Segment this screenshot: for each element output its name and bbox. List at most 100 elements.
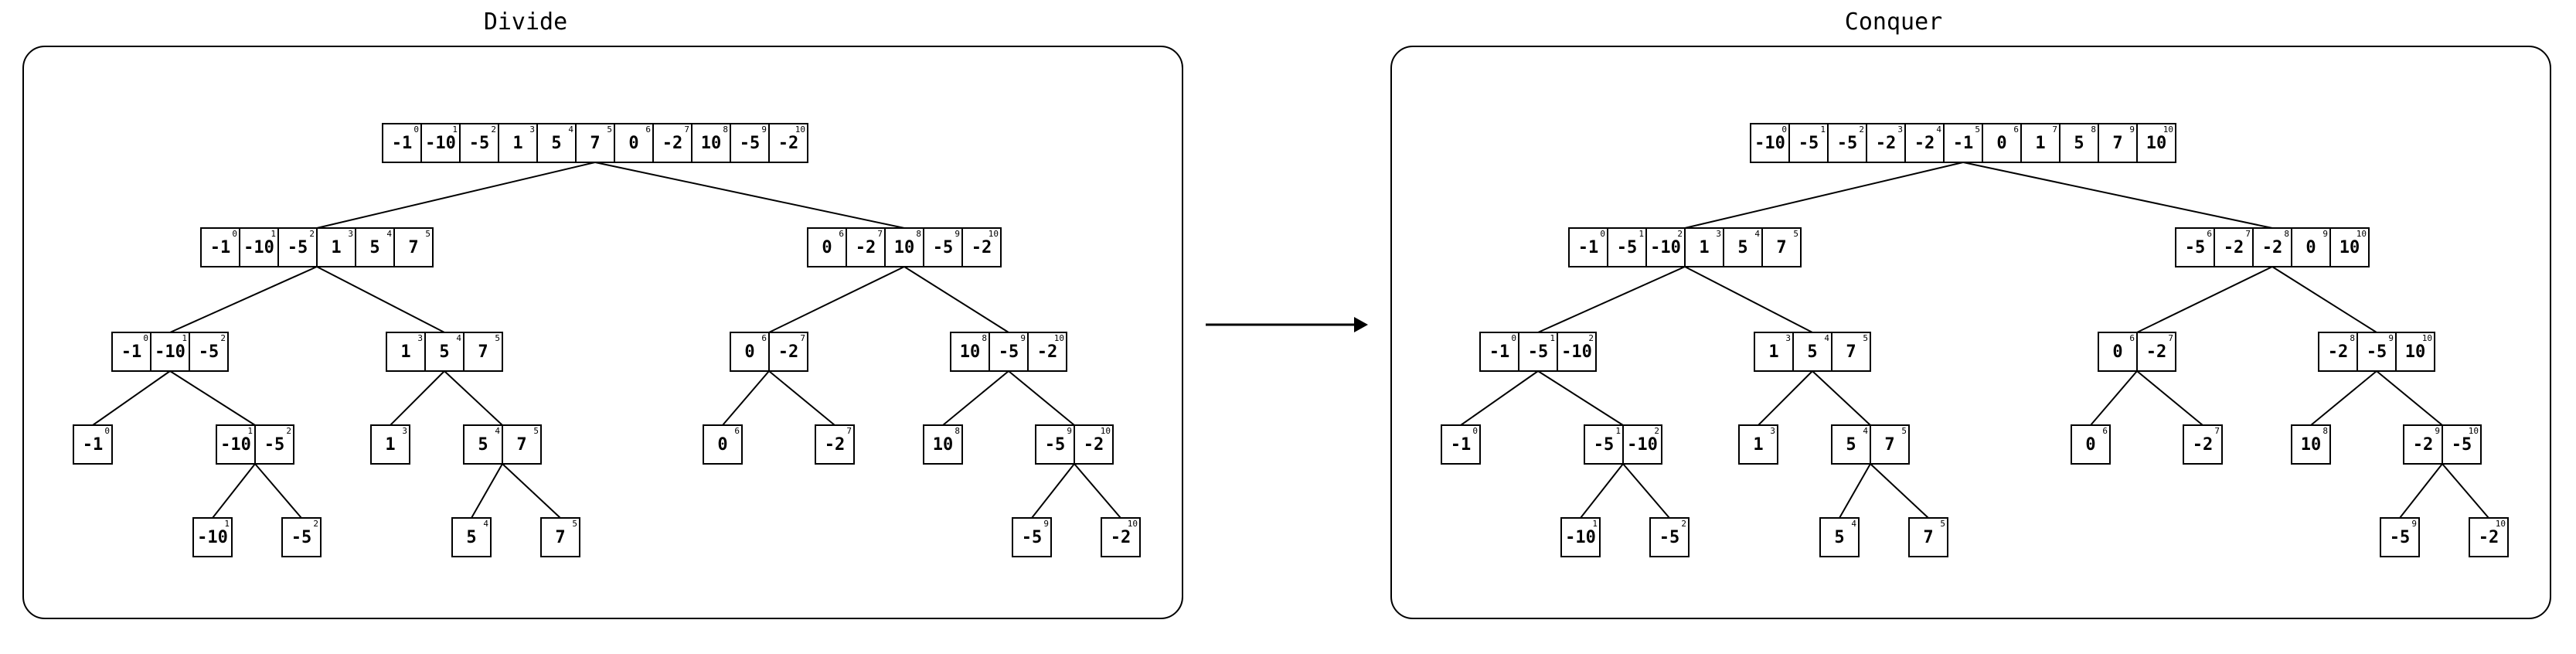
- tree-edge: [317, 267, 444, 332]
- cell-value: 0: [744, 342, 754, 362]
- cell-value: -5: [1045, 435, 1066, 455]
- tree-edge: [1870, 464, 1928, 518]
- cell-index: 4: [456, 333, 461, 343]
- cell-index: 5: [425, 229, 430, 239]
- cell-value: -1: [392, 134, 413, 153]
- cell-index: 6: [2013, 124, 2019, 135]
- cell-index: 10: [989, 229, 999, 239]
- cell-index: 3: [348, 229, 353, 239]
- panel-title: Divide: [484, 9, 567, 36]
- cell-value: -5: [740, 134, 761, 153]
- cell-value: -2: [2193, 435, 2214, 455]
- cell-index: 7: [2245, 229, 2251, 239]
- array-node: -27: [815, 425, 854, 464]
- cell-index: 9: [1020, 333, 1026, 343]
- array-node: 54: [452, 518, 491, 557]
- cell-value: -5: [2390, 528, 2411, 547]
- cell-value: -5: [469, 134, 490, 153]
- cell-index: 1: [224, 519, 230, 529]
- cell-index: 6: [761, 333, 767, 343]
- tree-edge: [1009, 371, 1074, 425]
- tree-edge: [1685, 162, 1963, 228]
- cell-value: -2: [2262, 238, 2283, 257]
- cell-value: 10: [894, 238, 915, 257]
- tree-edge: [1963, 162, 2272, 228]
- cell-index: 0: [143, 333, 148, 343]
- array-node: -59: [1012, 518, 1051, 557]
- tree-edge: [170, 267, 317, 332]
- tree-edge: [769, 267, 904, 332]
- cell-value: 7: [408, 238, 418, 257]
- cell-index: 1: [1592, 519, 1598, 529]
- cell-value: -2: [2413, 435, 2434, 455]
- cell-index: 6: [2129, 333, 2135, 343]
- cell-index: 8: [2322, 426, 2328, 436]
- tree-edge: [1461, 371, 1538, 425]
- cell-value: 0: [822, 238, 832, 257]
- cell-index: 10: [1128, 519, 1138, 529]
- array-node: -29-510: [2404, 425, 2481, 464]
- array-node: 75: [1909, 518, 1948, 557]
- cell-value: -1: [121, 342, 142, 362]
- cell-value: 10: [2301, 435, 2322, 455]
- cell-value: -10: [155, 342, 185, 362]
- cell-value: -10: [1754, 134, 1785, 153]
- cell-index: 8: [955, 426, 960, 436]
- array-node: -10-51-102: [1480, 332, 1596, 371]
- array-node: 06: [2071, 425, 2110, 464]
- cell-index: 8: [2284, 229, 2289, 239]
- cell-index: 7: [2052, 124, 2057, 135]
- cell-value: 10: [2405, 342, 2426, 362]
- cell-value: -1: [1489, 342, 1510, 362]
- cell-index: 9: [2435, 426, 2440, 436]
- cell-index: 1: [271, 229, 276, 239]
- array-node: 108: [2292, 425, 2330, 464]
- cell-value: 10: [2146, 134, 2167, 153]
- tree-edge: [390, 371, 444, 425]
- cell-index: 9: [2411, 519, 2417, 529]
- tree-edge: [502, 464, 560, 518]
- array-node: -59-210: [1036, 425, 1113, 464]
- tree-edge: [1758, 371, 1812, 425]
- cell-index: 2: [1859, 124, 1864, 135]
- cell-index: 6: [2207, 229, 2212, 239]
- cell-index: 4: [495, 426, 500, 436]
- cell-index: 9: [1043, 519, 1049, 529]
- tree-edge: [1032, 464, 1074, 518]
- cell-value: 1: [1768, 342, 1778, 362]
- cell-index: 2: [1654, 426, 1659, 436]
- cell-value: -5: [999, 342, 1019, 362]
- cell-index: 5: [607, 124, 612, 135]
- cell-index: 7: [684, 124, 689, 135]
- cell-value: -5: [933, 238, 954, 257]
- cell-index: 4: [1824, 333, 1829, 343]
- array-node: 108-59-210: [951, 332, 1067, 371]
- tree-edge: [213, 464, 255, 518]
- cell-value: -2: [972, 238, 992, 257]
- cell-index: 2: [1588, 333, 1594, 343]
- tree-edge: [2137, 267, 2272, 332]
- cell-value: 7: [555, 528, 565, 547]
- array-node: -101: [193, 518, 232, 557]
- cell-index: 10: [2422, 333, 2432, 343]
- cell-index: 8: [2091, 124, 2096, 135]
- tree-edge: [2311, 371, 2377, 425]
- cell-value: 0: [628, 134, 638, 153]
- cell-value: 0: [2305, 238, 2316, 257]
- cell-value: -2: [856, 238, 876, 257]
- tree-edge: [2400, 464, 2442, 518]
- cell-value: -5: [199, 342, 219, 362]
- cell-index: 4: [1863, 426, 1868, 436]
- cell-value: 0: [1996, 134, 2006, 153]
- cell-value: 5: [1737, 238, 1747, 257]
- cell-value: -10: [1627, 435, 1658, 455]
- cell-index: 5: [533, 426, 539, 436]
- cell-index: 8: [982, 333, 987, 343]
- cell-index: 4: [1851, 519, 1856, 529]
- cell-value: 5: [1807, 342, 1817, 362]
- cell-value: 5: [369, 238, 379, 257]
- cell-index: 4: [386, 229, 392, 239]
- cell-index: 2: [309, 229, 315, 239]
- cell-value: -2: [1876, 134, 1897, 153]
- tree-edge: [2377, 371, 2442, 425]
